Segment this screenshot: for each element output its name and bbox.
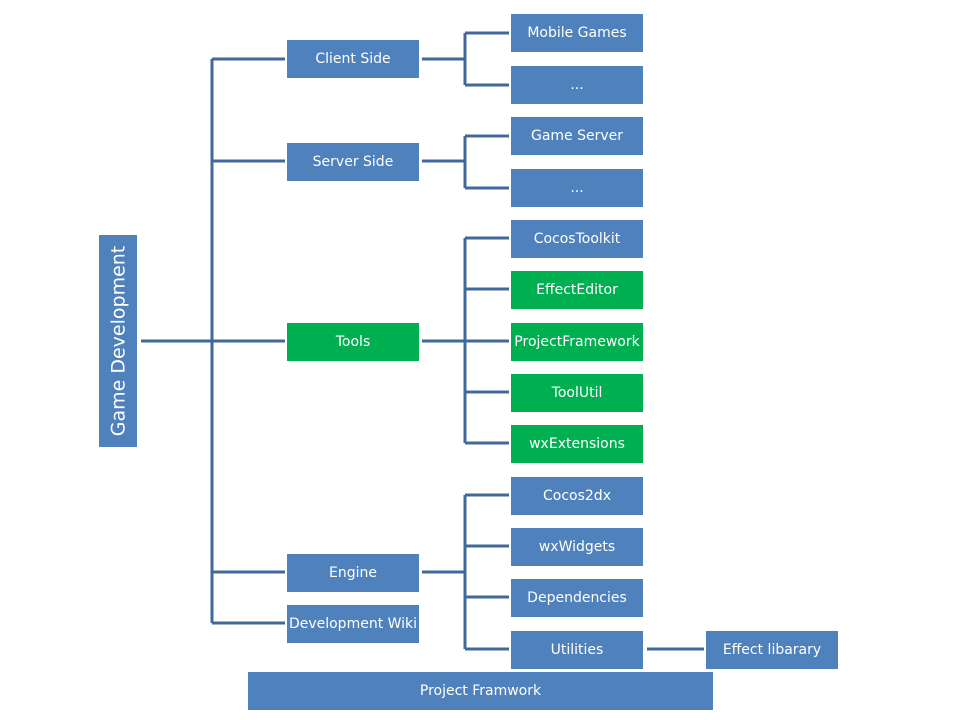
node-client-ellipsis: ...	[511, 66, 643, 104]
node-effecteditor: EffectEditor	[511, 271, 643, 309]
node-mobile-games: Mobile Games	[511, 14, 643, 52]
connector-client-side	[422, 31, 509, 87]
node-dependencies: Dependencies	[511, 579, 643, 617]
root-node-label: Game Development	[107, 245, 130, 437]
node-toolutil: ToolUtil	[511, 374, 643, 412]
root-node-game-development: Game Development	[99, 235, 137, 447]
node-server-ellipsis: ...	[511, 169, 643, 207]
node-engine: Engine	[287, 554, 419, 592]
node-wxwidgets: wxWidgets	[511, 528, 643, 566]
connector-engine	[422, 493, 509, 651]
node-cocos2dx: Cocos2dx	[511, 477, 643, 515]
footer-project-framework: Project Framwork	[248, 672, 713, 710]
connector-server-side	[422, 134, 509, 190]
node-cocostoolkit: CocosToolkit	[511, 220, 643, 258]
node-client-side: Client Side	[287, 40, 419, 78]
connector-tools	[422, 236, 509, 445]
node-development-wiki: Development Wiki	[287, 605, 419, 643]
node-effect-library: Effect libarary	[706, 631, 838, 669]
node-projectframework: ProjectFramework	[511, 323, 643, 361]
node-server-side: Server Side	[287, 143, 419, 181]
node-wxextensions: wxExtensions	[511, 425, 643, 463]
node-game-server: Game Server	[511, 117, 643, 155]
node-tools: Tools	[287, 323, 419, 361]
node-utilities: Utilities	[511, 631, 643, 669]
connector-root-to-categories	[141, 57, 285, 625]
connector-lines	[141, 31, 704, 651]
